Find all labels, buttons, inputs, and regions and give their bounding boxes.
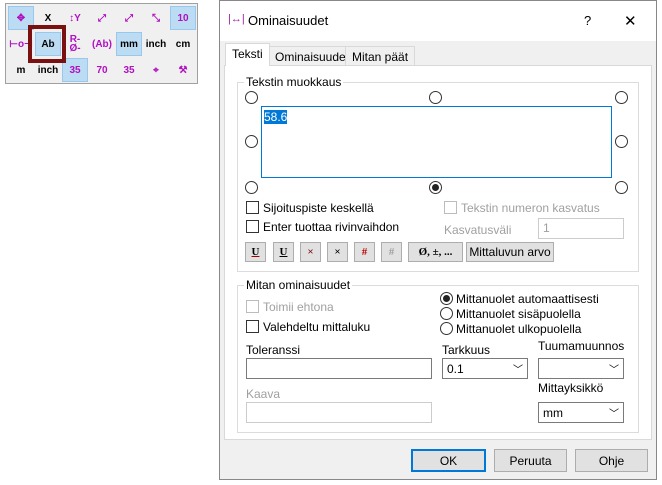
anchor-bottom-left[interactable] <box>245 181 258 194</box>
increment-input[interactable]: 1 <box>538 218 624 239</box>
anchor-bottom-center[interactable] <box>429 181 442 194</box>
anchor-top-right[interactable] <box>615 91 628 104</box>
anchor-bottom-right[interactable] <box>615 181 628 194</box>
condition-checkbox[interactable] <box>246 300 259 313</box>
radius-diameter-icon: R- Ø- <box>69 34 81 54</box>
text-left-icon: 35 <box>123 64 135 76</box>
symbols-button[interactable]: Ø, ±, ... <box>408 242 463 262</box>
inch-conv-label: Tuumamuunnos <box>538 339 625 353</box>
angle-tool-button[interactable]: ⌖ <box>143 58 169 82</box>
properties-dialog: |↔| Ominaisuudet ? ✕ Teksti Ominaisuudet… <box>219 0 657 480</box>
underline-red-button[interactable]: U <box>245 242 266 262</box>
unit-cm-icon: cm <box>175 38 191 50</box>
dimension-text-area[interactable]: 58.6 <box>261 106 612 178</box>
formula-input[interactable] <box>246 402 432 423</box>
unit-mm-icon: mm <box>120 38 138 50</box>
arrows-auto-radio[interactable] <box>440 292 453 305</box>
underline-button[interactable]: U <box>273 242 294 262</box>
fake-value-checkbox[interactable] <box>246 320 259 333</box>
parenthesis-text-tool-button[interactable]: (Ab) <box>89 32 115 56</box>
help-icon[interactable]: ? <box>584 13 591 28</box>
move-icon: ✥ <box>16 12 26 24</box>
arrows-auto-label: Mittanuolet automaattisesti <box>456 292 599 306</box>
chevron-down-icon: ﹀ <box>609 365 619 376</box>
text-value: 58.6 <box>264 110 288 124</box>
arrows-outside-label: Mittanuolet ulkopuolella <box>456 322 582 336</box>
fake-value-label: Valehdeltu mittaluku <box>263 320 371 334</box>
center-anchor-label: Sijoituspiste keskellä <box>263 201 374 215</box>
dim-y-icon: ↕Y <box>69 12 81 24</box>
dim-aligned-tool-button[interactable]: ⤢ <box>89 6 115 30</box>
precision-value: 0.1 <box>447 362 464 376</box>
dimension-value-button[interactable]: Mittaluvun arvo <box>466 242 554 262</box>
tab-ominaisuudet[interactable]: Ominaisuudet <box>268 46 357 66</box>
anchor-mid-left[interactable] <box>245 135 258 148</box>
anchor-top-left[interactable] <box>245 91 258 104</box>
dim-aligned-3-tool-button[interactable]: ⤡ <box>143 6 169 30</box>
precision-select[interactable]: 0.1 ﹀ <box>442 358 528 379</box>
unit-m-icon: m <box>16 64 26 76</box>
hammer-tool-button[interactable]: ⚒ <box>170 58 196 82</box>
close-icon[interactable]: ✕ <box>624 12 637 30</box>
arrows-inside-radio[interactable] <box>440 307 453 320</box>
text-above-icon: 35 <box>69 64 81 76</box>
dialog-title: Ominaisuudet <box>248 13 329 28</box>
dim-aligned-icon: ⤢ <box>98 12 106 24</box>
unit-label: Mittayksikkö <box>538 381 604 395</box>
text-left-tool-button[interactable]: 35 <box>116 58 142 82</box>
help-button[interactable]: Ohje <box>575 449 648 472</box>
number-increment-label: Tekstin numeron kasvatus <box>461 201 600 215</box>
inch-conv-select[interactable]: ﹀ <box>538 358 624 379</box>
number-increment-checkbox[interactable] <box>444 201 457 214</box>
angle-icon: ⌖ <box>153 64 159 76</box>
unit-mm-tool-button[interactable]: mm <box>116 32 142 56</box>
chevron-down-icon: ﹀ <box>609 409 619 420</box>
center-anchor-checkbox[interactable] <box>246 201 259 214</box>
unit-select[interactable]: mm ﹀ <box>538 402 624 423</box>
parenthesis-text-icon: (Ab) <box>92 38 112 50</box>
precision-label: Tarkkuus <box>442 343 491 357</box>
tab-mitan-paat[interactable]: Mitan päät <box>345 46 416 66</box>
number-button[interactable]: # <box>381 242 402 262</box>
dim-value-icon: 10 <box>177 12 189 24</box>
ok-button[interactable]: OK <box>411 449 486 472</box>
cancel-button[interactable]: Peruuta <box>494 449 567 472</box>
enter-newline-label: Enter tuottaa rivinvaihdon <box>263 220 400 234</box>
tolerance-label: Toleranssi <box>246 343 301 357</box>
tolerance-input[interactable] <box>246 358 432 379</box>
anchor-mid-right[interactable] <box>615 135 628 148</box>
box-button[interactable]: × <box>327 242 348 262</box>
enter-newline-checkbox[interactable] <box>246 220 259 233</box>
unit-value: mm <box>543 406 563 420</box>
dim-aligned-2-icon: ⤢ <box>125 12 133 24</box>
tab-panel: Tekstin muokkaus 58.6 Sijoituspiste kesk… <box>224 65 652 440</box>
arrows-inside-label: Mittanuolet sisäpuolella <box>456 307 581 321</box>
inch-convert-icon: inch <box>37 64 59 76</box>
unit-inch-tool-button[interactable]: inch <box>143 32 169 56</box>
arrows-outside-radio[interactable] <box>440 322 453 335</box>
dim-value-tool-button[interactable]: 10 <box>170 6 196 30</box>
anchor-top-center[interactable] <box>429 91 442 104</box>
increment-label: Kasvatusväli <box>444 223 512 237</box>
unit-cm-tool-button[interactable]: cm <box>170 32 196 56</box>
box-red-button[interactable]: × <box>300 242 321 262</box>
dim-x-icon: X <box>44 12 52 24</box>
number-red-button[interactable]: # <box>354 242 375 262</box>
tab-teksti[interactable]: Teksti <box>225 43 270 66</box>
dim-aligned-3-icon: ⤡ <box>152 12 160 24</box>
group-label: Mitan ominaisuudet <box>244 278 353 292</box>
text-right-tool-button[interactable]: 70 <box>89 58 115 82</box>
text-right-icon: 70 <box>96 64 108 76</box>
hammer-icon: ⚒ <box>178 64 188 76</box>
unit-inch-icon: inch <box>145 38 167 50</box>
condition-label: Toimii ehtona <box>263 300 334 314</box>
chevron-down-icon: ﹀ <box>513 365 523 376</box>
dim-aligned-2-tool-button[interactable]: ⤢ <box>116 6 142 30</box>
group-label: Tekstin muokkaus <box>244 75 344 89</box>
dimension-icon: |↔| <box>228 13 245 25</box>
title-bar: |↔| Ominaisuudet ? ✕ <box>220 1 656 41</box>
formula-label: Kaava <box>246 387 281 401</box>
selected-tool-highlight <box>28 25 66 63</box>
